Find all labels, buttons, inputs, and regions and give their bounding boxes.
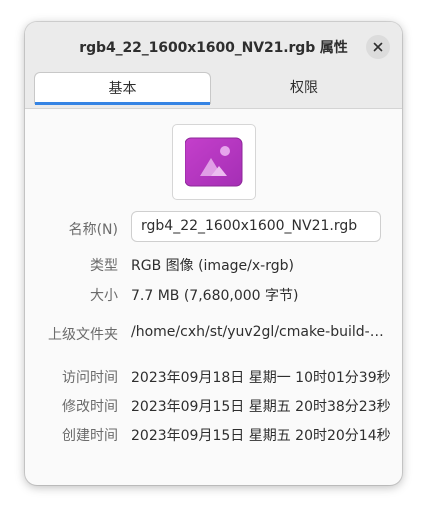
- active-tab-indicator: [35, 102, 210, 105]
- header-bar: rgb4_22_1600x1600_NV21.rgb 属性: [25, 22, 402, 70]
- file-thumbnail[interactable]: [172, 124, 256, 200]
- size-value: 7.7 MB (7,680,000 字节): [131, 288, 299, 304]
- modified-value: 2023年09月15日 星期五 20时38分23秒: [131, 399, 391, 415]
- dialog-title: rgb4_22_1600x1600_NV21.rgb 属性: [79, 40, 348, 56]
- created-label: 创建时间: [62, 428, 118, 444]
- type-label: 类型: [90, 258, 118, 274]
- accessed-value: 2023年09月18日 星期一 10时01分39秒: [131, 370, 391, 386]
- tab-basic-label: 基本: [108, 81, 137, 97]
- name-input[interactable]: rgb4_22_1600x1600_NV21.rgb: [131, 211, 381, 242]
- properties-dialog: rgb4_22_1600x1600_NV21.rgb 属性 基本 权限 名称(N…: [25, 22, 402, 485]
- image-file-icon: [185, 137, 243, 187]
- tab-bar: 基本 权限: [25, 70, 402, 109]
- modified-label: 修改时间: [62, 399, 118, 415]
- type-value: RGB 图像 (image/x-rgb): [131, 258, 294, 274]
- accessed-label: 访问时间: [62, 370, 118, 386]
- close-icon: [373, 42, 383, 52]
- close-button[interactable]: [366, 35, 390, 59]
- tab-permissions-label: 权限: [290, 80, 318, 96]
- name-label: 名称(N): [68, 222, 118, 238]
- size-label: 大小: [90, 288, 118, 304]
- parent-folder-label: 上级文件夹: [48, 327, 118, 343]
- tab-basic[interactable]: 基本: [34, 72, 211, 105]
- parent-folder-value[interactable]: /home/cxh/st/yuv2gl/cmake-build-…: [131, 324, 384, 340]
- created-value: 2023年09月15日 星期五 20时20分14秒: [131, 428, 391, 444]
- tab-permissions[interactable]: 权限: [215, 72, 393, 104]
